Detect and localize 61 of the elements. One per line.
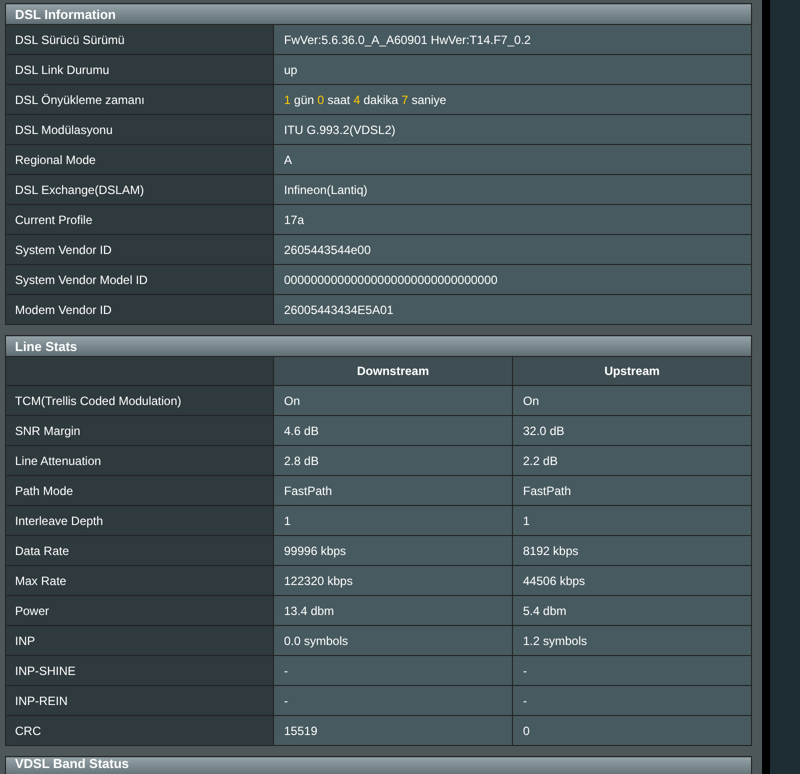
section-title: VDSL Band Status bbox=[6, 756, 752, 774]
downstream-value: 4.6 dB bbox=[274, 416, 512, 446]
row-label: INP-REIN bbox=[6, 686, 274, 716]
downstream-value: 122320 kbps bbox=[274, 566, 512, 596]
row-label: System Vendor ID bbox=[6, 234, 274, 264]
downstream-value: 0.0 symbols bbox=[274, 626, 512, 656]
row-value: up bbox=[274, 54, 752, 84]
row-label: DSL Sürücü Sürümü bbox=[6, 24, 274, 54]
row-label: TCM(Trellis Coded Modulation) bbox=[6, 386, 274, 416]
row-label: DSL Link Durumu bbox=[6, 54, 274, 84]
downstream-value: 13.4 dbm bbox=[274, 596, 512, 626]
upstream-value: 1.2 symbols bbox=[512, 626, 752, 656]
upstream-value: 44506 kbps bbox=[512, 566, 752, 596]
upstream-value: 2.2 dB bbox=[512, 446, 752, 476]
row-label: CRC bbox=[6, 716, 274, 746]
upstream-value: 0 bbox=[512, 716, 752, 746]
row-label: System Vendor Model ID bbox=[6, 264, 274, 294]
downstream-value: - bbox=[274, 686, 512, 716]
column-header: Upstream bbox=[512, 356, 752, 386]
upstream-value: 1 bbox=[512, 506, 752, 536]
section-title: Line Stats bbox=[6, 336, 752, 356]
row-value: ITU G.993.2(VDSL2) bbox=[274, 114, 752, 144]
row-label: Power bbox=[6, 596, 274, 626]
downstream-value: 1 bbox=[274, 506, 512, 536]
downstream-value: 2.8 dB bbox=[274, 446, 512, 476]
row-label: DSL Exchange(DSLAM) bbox=[6, 174, 274, 204]
row-value: 2605443544e00 bbox=[274, 234, 752, 264]
row-label: Max Rate bbox=[6, 566, 274, 596]
upstream-value: 8192 kbps bbox=[512, 536, 752, 566]
downstream-value: 99996 kbps bbox=[274, 536, 512, 566]
row-value: 17a bbox=[274, 204, 752, 234]
row-value: FwVer:5.6.36.0_A_A60901 HwVer:T14.F7_0.2 bbox=[274, 24, 752, 54]
section-title: DSL Information bbox=[6, 4, 752, 24]
row-label: Regional Mode bbox=[6, 144, 274, 174]
downstream-value: FastPath bbox=[274, 476, 512, 506]
upstream-value: On bbox=[512, 386, 752, 416]
upstream-value: - bbox=[512, 686, 752, 716]
downstream-value: - bbox=[274, 656, 512, 686]
row-label: DSL Modülasyonu bbox=[6, 114, 274, 144]
row-label: Current Profile bbox=[6, 204, 274, 234]
row-value: Infineon(Lantiq) bbox=[274, 174, 752, 204]
row-label: Line Attenuation bbox=[6, 446, 274, 476]
upstream-value: FastPath bbox=[512, 476, 752, 506]
upstream-value: 32.0 dB bbox=[512, 416, 752, 446]
row-value: 00000000000000000000000000000000 bbox=[274, 264, 752, 294]
row-label: SNR Margin bbox=[6, 416, 274, 446]
row-value: 1 gün 0 saat 4 dakika 7 saniye bbox=[274, 84, 752, 114]
row-label: Interleave Depth bbox=[6, 506, 274, 536]
upstream-value: - bbox=[512, 656, 752, 686]
row-label: INP bbox=[6, 626, 274, 656]
downstream-value: On bbox=[274, 386, 512, 416]
downstream-value: 15519 bbox=[274, 716, 512, 746]
row-label: Path Mode bbox=[6, 476, 274, 506]
row-label: DSL Önyükleme zamanı bbox=[6, 84, 274, 114]
row-value: A bbox=[274, 144, 752, 174]
row-label: INP-SHINE bbox=[6, 656, 274, 686]
upstream-value: 5.4 dbm bbox=[512, 596, 752, 626]
column-header: Downstream bbox=[274, 356, 512, 386]
row-label: Modem Vendor ID bbox=[6, 294, 274, 324]
row-value: 26005443434E5A01 bbox=[274, 294, 752, 324]
row-label: Data Rate bbox=[6, 536, 274, 566]
